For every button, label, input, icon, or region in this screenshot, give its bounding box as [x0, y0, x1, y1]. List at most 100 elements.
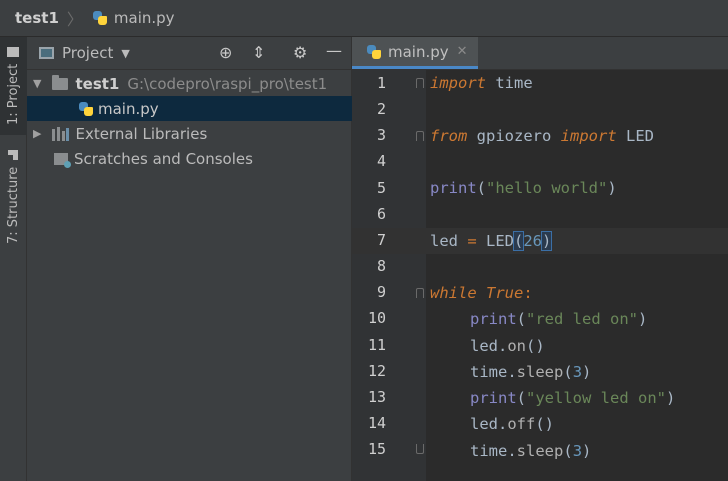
editor: main.py ✕ 1 2 3 4 5 6 7 8 9 10 11 12 13 14 15 import t… — [352, 37, 728, 481]
tree-item-external-libraries[interactable]: ▶ External Libraries — [27, 121, 352, 146]
code-text: time — [470, 442, 508, 460]
method: on — [507, 337, 527, 355]
method: off — [507, 415, 536, 433]
tab-main-py[interactable]: main.py ✕ — [352, 37, 478, 69]
tab-project-label: 1: Project — [6, 63, 21, 125]
tree-item-path: G:\codepro\raspi_pro\test1 — [127, 74, 328, 93]
string: "hello world" — [486, 179, 608, 197]
code-text: led — [470, 415, 498, 433]
tab-structure-label: 7: Structure — [6, 166, 21, 244]
fold-end-marker-icon[interactable] — [416, 444, 424, 454]
line-number: 9 — [376, 283, 386, 302]
string: "red led on" — [526, 310, 638, 328]
line-number: 13 — [367, 387, 386, 406]
colon: : — [523, 284, 533, 302]
project-panel: Project ▼ ⊕ ⇕ ⚙ — ▼ test1 G:\codepro\ras… — [27, 37, 352, 481]
code-line-11[interactable]: led.on() — [470, 337, 545, 355]
string: "yellow led on" — [526, 389, 666, 407]
number: 26 — [523, 232, 543, 250]
code-line-3[interactable]: from gpiozero import LED — [430, 127, 654, 145]
code-text: LED — [616, 127, 654, 145]
folder-icon — [7, 47, 20, 58]
minimize-icon[interactable]: — — [326, 41, 342, 60]
code-text: led — [470, 337, 498, 355]
keyword: while — [430, 284, 477, 302]
code-line-13[interactable]: print("yellow led on") — [470, 389, 675, 407]
code-line-14[interactable]: led.off() — [470, 415, 554, 433]
paren: ( — [476, 179, 487, 197]
dot: . — [498, 337, 508, 355]
paren: ( — [512, 231, 525, 251]
tab-project[interactable]: 1: Project — [0, 37, 27, 135]
line-number: 10 — [367, 309, 386, 328]
keyword: import — [560, 127, 617, 145]
paren: ) — [582, 442, 592, 460]
tree-item-label: External Libraries — [75, 124, 208, 143]
builtin: print — [430, 179, 477, 197]
tab-label: main.py — [388, 42, 449, 61]
tree-item-label: main.py — [98, 99, 159, 118]
dot: . — [498, 415, 508, 433]
code-text: gpiozero — [467, 127, 561, 145]
project-panel-header: Project ▼ ⊕ ⇕ ⚙ — — [27, 37, 351, 70]
fold-marker-icon[interactable] — [416, 131, 424, 141]
project-view-icon — [39, 47, 54, 59]
code-line-1[interactable]: import time — [430, 74, 533, 92]
line-number: 6 — [376, 204, 386, 223]
scratches-icon — [54, 152, 71, 168]
paren: ) — [666, 389, 676, 407]
keyword: True — [486, 284, 524, 302]
expand-arrow-icon[interactable]: ▶ — [33, 127, 41, 140]
line-number: 15 — [367, 440, 386, 459]
code-line-5[interactable]: print("hello world") — [430, 179, 617, 197]
fold-marker-icon[interactable] — [416, 288, 424, 298]
code-text: time — [486, 74, 533, 92]
collapse-all-icon[interactable]: ⇕ — [252, 43, 265, 62]
code-line-10[interactable]: print("red led on") — [470, 310, 647, 328]
tab-structure[interactable]: 7: Structure — [0, 147, 27, 247]
folder-icon — [52, 74, 69, 90]
paren: ) — [607, 179, 617, 197]
fold-marker-icon[interactable] — [416, 78, 424, 88]
close-icon[interactable]: ✕ — [457, 44, 468, 59]
breadcrumb-project[interactable]: test1 — [15, 9, 59, 27]
paren: ( — [516, 389, 527, 407]
tree-item-label: test1 — [75, 74, 120, 93]
line-number: 11 — [367, 335, 386, 354]
operator: = — [467, 232, 477, 250]
locate-icon[interactable]: ⊕ — [219, 43, 232, 62]
code-line-9[interactable]: while True: — [430, 284, 533, 302]
expand-arrow-icon[interactable]: ▼ — [33, 77, 41, 90]
tree-item-scratches[interactable]: Scratches and Consoles — [27, 146, 352, 171]
line-number: 8 — [376, 257, 386, 276]
line-number: 3 — [376, 126, 386, 145]
breadcrumb-file[interactable]: main.py — [114, 9, 175, 27]
tree-item-test1[interactable]: ▼ test1 G:\codepro\raspi_pro\test1 — [27, 71, 352, 96]
chevron-down-icon[interactable]: ▼ — [121, 47, 129, 60]
line-number: 14 — [367, 413, 386, 432]
paren: ) — [582, 363, 592, 381]
python-file-icon — [78, 101, 94, 117]
line-number: 1 — [376, 74, 386, 92]
paren: ( — [563, 363, 573, 381]
code-text: time — [470, 363, 508, 381]
paren: () — [526, 337, 545, 355]
keyword: import — [430, 74, 486, 92]
code-line-15[interactable]: time.sleep(3) — [470, 442, 591, 460]
line-number: 7 — [376, 230, 386, 249]
code-line-7[interactable]: led = LED(26) — [430, 231, 553, 251]
keyword: from — [430, 127, 468, 145]
project-panel-title[interactable]: Project — [62, 44, 113, 62]
paren: ) — [540, 231, 553, 251]
python-file-icon — [366, 44, 382, 60]
library-icon — [52, 126, 70, 141]
gear-icon[interactable]: ⚙ — [293, 43, 307, 62]
code-line-12[interactable]: time.sleep(3) — [470, 363, 591, 381]
builtin: print — [470, 389, 517, 407]
tree-item-main-py[interactable]: main.py — [27, 96, 352, 121]
python-file-icon — [92, 10, 108, 26]
dot: . — [507, 363, 517, 381]
chevron-right-icon: 〉 — [66, 10, 83, 29]
builtin: print — [470, 310, 517, 328]
